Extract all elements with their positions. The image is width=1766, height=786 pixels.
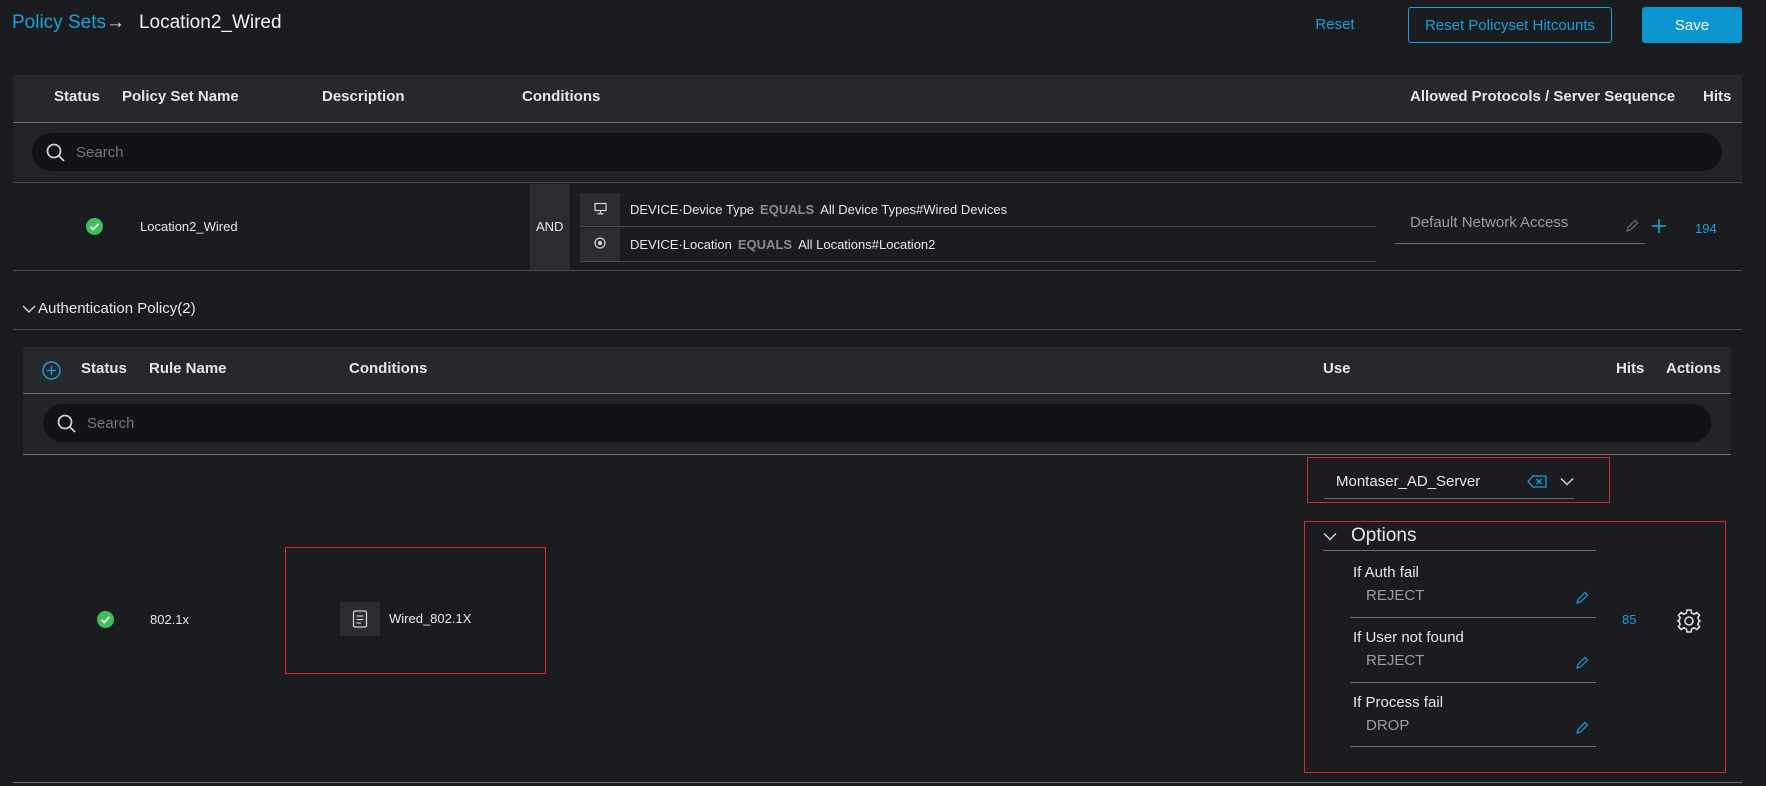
pencil-icon[interactable] [1575,656,1589,670]
chevron-down-icon [1323,532,1337,541]
save-button[interactable]: Save [1642,7,1742,43]
breadcrumb: Policy Sets → Location2_Wired [12,12,282,34]
divider [13,270,1742,271]
option-value-user-not-found[interactable]: REJECT [1366,652,1424,669]
clear-icon[interactable] [1527,475,1547,488]
col-hits: Hits [1703,88,1732,105]
reset-button[interactable]: Reset [1300,8,1370,40]
option-label-auth-fail: If Auth fail [1353,564,1419,581]
col-status: Status [81,360,127,377]
auth-policy-toggle[interactable]: Authentication Policy(2) [22,300,196,317]
rule-condition[interactable]: Wired_802.1X [389,611,471,626]
condition-1-attr: DEVICE·Device Type [630,202,755,217]
divider [1395,243,1645,244]
condition-1-value: All Device Types#Wired Devices [820,202,1008,217]
policy-search-field[interactable]: Search [32,133,1722,171]
divider [1350,746,1596,747]
condition-2-attr: DEVICE·Location [630,237,732,252]
policy-set-name[interactable]: Location2_Wired [140,219,238,234]
allowed-protocol-select[interactable]: Default Network Access [1410,214,1568,231]
condition-2-value: All Locations#Location2 [798,237,936,252]
search-icon [57,414,76,433]
divider [23,454,1731,455]
divider [13,329,1742,330]
col-hits: Hits [1616,360,1645,377]
condition-1[interactable]: DEVICE·Device Type EQUALS All Device Types… [630,202,1007,217]
check-circle-icon [86,218,103,235]
col-description: Description [322,88,405,105]
rule-name[interactable]: 802.1x [150,612,189,627]
location-icon [594,237,606,249]
col-use: Use [1323,360,1351,377]
search-icon [46,143,65,162]
auth-policy-title: Authentication Policy(2) [38,300,196,317]
check-circle-icon [97,611,114,628]
pencil-icon[interactable] [1625,219,1639,233]
divider [1350,682,1596,683]
options-title: Options [1351,525,1417,546]
col-rule-name: Rule Name [149,360,227,377]
condition-2-op: EQUALS [737,237,793,252]
chevron-down-icon [22,304,36,313]
document-icon [352,610,368,628]
condition-2[interactable]: DEVICE·Location EQUALS All Locations#Locat… [630,237,935,252]
reset-policyset-hitcounts-button[interactable]: Reset Policyset Hitcounts [1408,7,1612,43]
breadcrumb-arrow: → [105,12,125,33]
page-title: Location2_Wired [138,12,282,33]
col-conditions: Conditions [349,360,428,377]
options-highlight-box [1304,521,1726,773]
option-label-user-not-found: If User not found [1353,629,1464,646]
col-policy-set-name: Policy Set Name [122,88,239,105]
divider [1323,550,1596,551]
col-conditions: Conditions [522,88,601,105]
pencil-icon[interactable] [1575,591,1589,605]
options-toggle[interactable]: Options [1323,525,1416,547]
col-actions: Actions [1666,360,1722,377]
chevron-down-icon[interactable] [1560,477,1574,486]
col-status: Status [54,88,100,105]
option-value-process-fail[interactable]: DROP [1366,717,1409,734]
use-select-value[interactable]: Montaser_AD_Server [1336,473,1480,490]
auth-table-header [23,347,1731,393]
divider [13,782,1742,783]
condition-1-op: EQUALS [760,202,815,217]
search-input[interactable]: Search [87,415,135,432]
add-circle-icon[interactable] [42,361,61,380]
divider [1350,617,1596,618]
monitor-icon [594,202,607,215]
option-label-process-fail: If Process fail [1353,694,1444,711]
policy-hits[interactable]: 194 [1695,221,1717,236]
search-input[interactable]: Search [76,144,124,161]
plus-icon[interactable] [1650,217,1668,235]
col-allowed-protocols: Allowed Protocols / Server Sequence [1410,88,1676,105]
gear-icon[interactable] [1676,608,1702,634]
divider [580,226,1376,227]
divider [1324,498,1574,499]
pencil-icon[interactable] [1575,721,1589,735]
breadcrumb-policy-sets-link[interactable]: Policy Sets [12,12,106,34]
condition-operator: AND [536,219,564,234]
divider [580,261,1376,262]
rule-hits[interactable]: 85 [1622,612,1636,627]
option-value-auth-fail[interactable]: REJECT [1366,587,1424,604]
auth-search-field[interactable]: Search [43,404,1711,442]
